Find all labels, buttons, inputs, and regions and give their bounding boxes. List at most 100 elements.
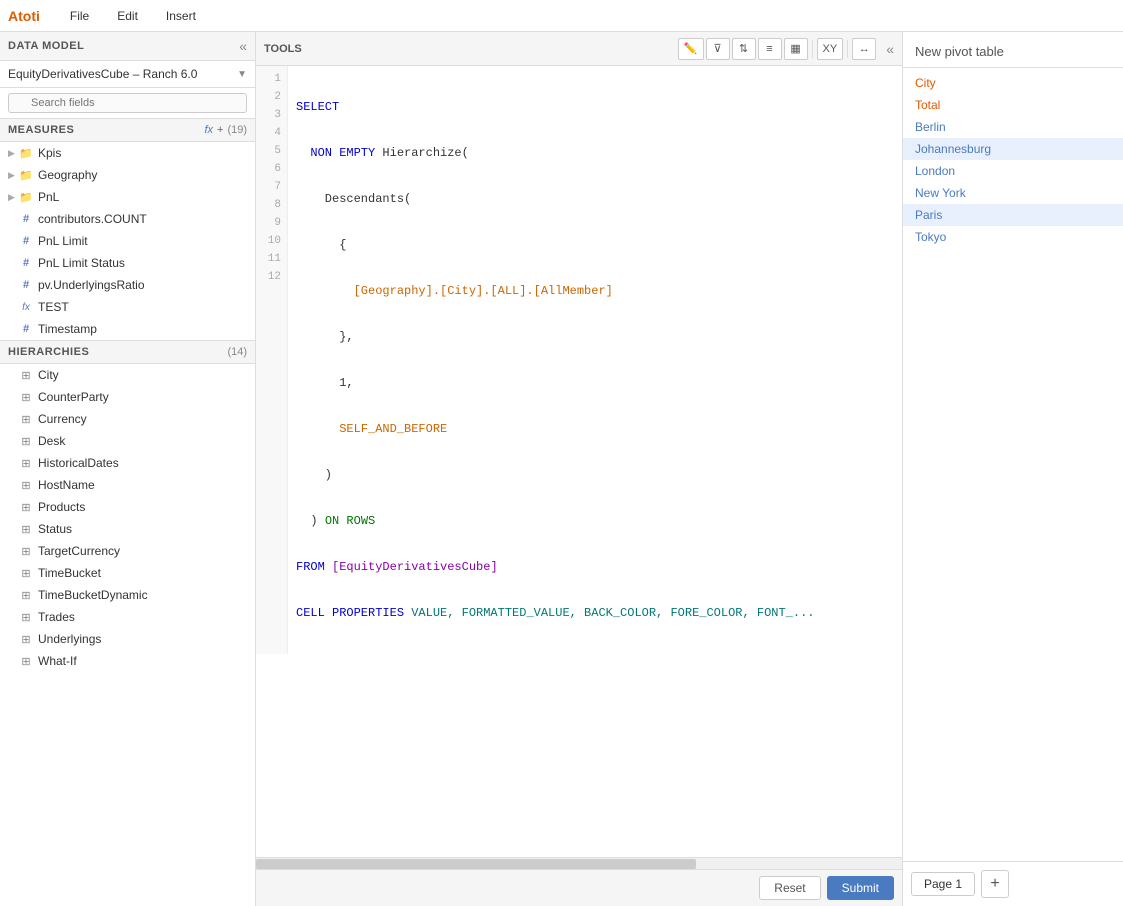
reset-button[interactable]: Reset	[759, 876, 820, 900]
pivot-item-total[interactable]: Total	[903, 94, 1123, 116]
token: [Geography].[City].[ALL].[AllMember]	[296, 284, 613, 298]
arrows-btn[interactable]: ↔	[852, 38, 876, 60]
menu-file[interactable]: File	[64, 5, 95, 27]
pivot-item-label: New York	[915, 186, 966, 200]
hierarchy-whatif[interactable]: ⊞ What-If	[0, 650, 255, 672]
hierarchy-label: HostName	[38, 478, 95, 492]
measure-pnl-limit-status[interactable]: # PnL Limit Status	[0, 252, 255, 274]
pivot-item-newyork[interactable]: New York	[903, 182, 1123, 204]
hierarchies-header: HIERARCHIES (14)	[0, 341, 255, 364]
chart-btn[interactable]: ≡	[758, 38, 782, 60]
hierarchy-desk[interactable]: ⊞ Desk	[0, 430, 255, 452]
cube-selector[interactable]: EquityDerivativesCube – Ranch 6.0 ▼	[0, 61, 255, 88]
menu-edit[interactable]: Edit	[111, 5, 144, 27]
measure-label: TEST	[38, 300, 69, 314]
code-line-5: [Geography].[City].[ALL].[AllMember]	[296, 282, 894, 300]
measures-header: MEASURES fx + (19)	[0, 119, 255, 142]
pivot-item-label: City	[915, 76, 936, 90]
hierarchy-label: TimeBucketDynamic	[38, 588, 148, 602]
collapse-left-btn[interactable]: «	[239, 38, 247, 54]
add-page-button[interactable]: +	[981, 870, 1009, 898]
pivot-item-london[interactable]: London	[903, 160, 1123, 182]
hierarchy-counterparty[interactable]: ⊞ CounterParty	[0, 386, 255, 408]
plus-label[interactable]: +	[217, 124, 223, 136]
menu-insert[interactable]: Insert	[160, 5, 202, 27]
pivot-item-label: Berlin	[915, 120, 946, 134]
measures-actions: fx + (19)	[204, 124, 247, 136]
scrollbar-thumb	[256, 859, 696, 869]
measure-pv-underlyings-ratio[interactable]: # pv.UnderlyingsRatio	[0, 274, 255, 296]
search-box: 🔍	[0, 88, 255, 119]
pivot-item-label: Tokyo	[915, 230, 946, 244]
measure-timestamp[interactable]: # Timestamp	[0, 318, 255, 340]
measures-section: MEASURES fx + (19) ▶ 📁 Kpis ▶ 📁 Geograph…	[0, 119, 255, 341]
data-model-title: DATA MODEL	[8, 40, 84, 52]
search-input[interactable]	[8, 93, 247, 113]
hierarchy-trades[interactable]: ⊞ Trades	[0, 606, 255, 628]
page-button[interactable]: Page 1	[911, 872, 975, 896]
hierarchy-hostname[interactable]: ⊞ HostName	[0, 474, 255, 496]
pivot-title: New pivot table	[903, 32, 1123, 68]
token: CELL PROPERTIES	[296, 606, 411, 620]
filter-btn[interactable]: ⊽	[706, 38, 730, 60]
pencil-btn[interactable]: ✏️	[678, 38, 704, 60]
measure-pnl[interactable]: ▶ 📁 PnL	[0, 186, 255, 208]
submit-button[interactable]: Submit	[827, 876, 894, 900]
tools-header: TOOLS ✏️ ⊽ ⇅ ≡ ▦ XY ↔ «	[256, 32, 902, 66]
measure-pnl-limit[interactable]: # PnL Limit	[0, 230, 255, 252]
measure-contributors-count[interactable]: # contributors.COUNT	[0, 208, 255, 230]
measure-kpis[interactable]: ▶ 📁 Kpis	[0, 142, 255, 164]
code-line-11: FROM [EquityDerivativesCube]	[296, 558, 894, 576]
hierarchy-timebucketdynamic[interactable]: ⊞ TimeBucketDynamic	[0, 584, 255, 606]
hierarchy-timebucket[interactable]: ⊞ TimeBucket	[0, 562, 255, 584]
hierarchy-icon: ⊞	[19, 523, 33, 536]
hierarchy-status[interactable]: ⊞ Status	[0, 518, 255, 540]
collapse-tools-btn[interactable]: «	[886, 41, 894, 57]
measure-geography[interactable]: ▶ 📁 Geography	[0, 164, 255, 186]
measure-label: contributors.COUNT	[38, 212, 147, 226]
pivot-item-city[interactable]: City	[903, 72, 1123, 94]
token: SELF_AND_BEFORE	[296, 422, 447, 436]
hierarchy-icon: ⊞	[19, 413, 33, 426]
xy-btn[interactable]: XY	[817, 38, 844, 60]
hierarchy-label: Desk	[38, 434, 65, 448]
fx-label[interactable]: fx	[204, 124, 213, 136]
hierarchy-historicaldates[interactable]: ⊞ HistoricalDates	[0, 452, 255, 474]
pivot-item-berlin[interactable]: Berlin	[903, 116, 1123, 138]
measure-label: Geography	[38, 168, 97, 182]
cube-dropdown-icon: ▼	[237, 69, 247, 80]
folder-icon: 📁	[19, 191, 33, 204]
measure-test[interactable]: fx TEST	[0, 296, 255, 318]
expand-icon: ▶	[8, 148, 16, 159]
sort-btn[interactable]: ⇅	[732, 38, 756, 60]
hierarchy-label: TargetCurrency	[38, 544, 120, 558]
editor-scrollbar[interactable]	[256, 857, 902, 869]
hierarchy-city[interactable]: ⊞ City	[0, 364, 255, 386]
line-num-3: 3	[256, 106, 287, 124]
code-line-2: NON EMPTY Hierarchize(	[296, 144, 894, 162]
table-btn[interactable]: ▦	[784, 38, 808, 60]
hierarchy-currency[interactable]: ⊞ Currency	[0, 408, 255, 430]
hash-icon: #	[19, 279, 33, 291]
hierarchy-icon: ⊞	[19, 435, 33, 448]
token: Hierarchize(	[382, 146, 468, 160]
pivot-item-johannesburg[interactable]: Johannesburg	[903, 138, 1123, 160]
measure-label: PnL Limit	[38, 234, 88, 248]
toolbar-separator-2	[847, 40, 848, 58]
hierarchy-targetcurrency[interactable]: ⊞ TargetCurrency	[0, 540, 255, 562]
hierarchy-products[interactable]: ⊞ Products	[0, 496, 255, 518]
hierarchy-underlyings[interactable]: ⊞ Underlyings	[0, 628, 255, 650]
hierarchy-label: Underlyings	[38, 632, 101, 646]
hierarchy-icon: ⊞	[19, 545, 33, 558]
tools-bottom: Reset Submit	[256, 869, 902, 906]
pivot-item-label: Johannesburg	[915, 142, 991, 156]
hash-icon: #	[19, 257, 33, 269]
code-line-7: 1,	[296, 374, 894, 392]
hierarchy-label: Currency	[38, 412, 87, 426]
code-lines[interactable]: SELECT NON EMPTY Hierarchize( Descendant…	[288, 66, 902, 654]
hash-icon: #	[19, 213, 33, 225]
pivot-item-paris[interactable]: Paris	[903, 204, 1123, 226]
code-line-6: },	[296, 328, 894, 346]
code-editor[interactable]: 1 2 3 4 5 6 7 8 9 10 11 12 SELECT NON EM…	[256, 66, 902, 857]
pivot-item-tokyo[interactable]: Tokyo	[903, 226, 1123, 248]
